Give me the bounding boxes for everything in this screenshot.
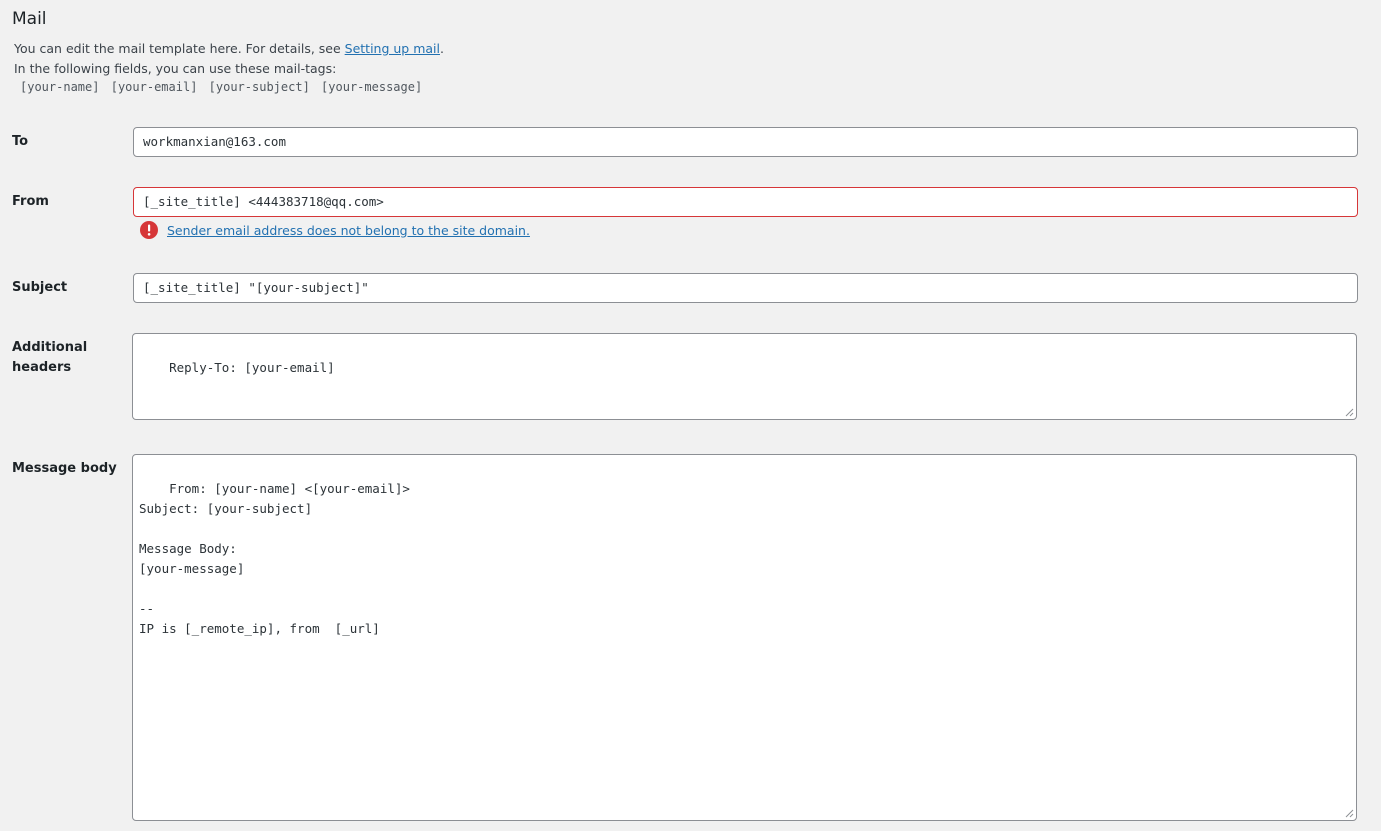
mail-tag: [your-name]	[20, 80, 100, 94]
label-line: Additional	[12, 340, 88, 355]
from-label: From	[12, 194, 49, 209]
resize-handle-icon[interactable]	[1344, 407, 1354, 417]
from-error: Sender email address does not belong to …	[140, 221, 530, 239]
from-error-link[interactable]: Sender email address does not belong to …	[167, 223, 530, 238]
mail-tag: [your-subject]	[208, 80, 310, 94]
message-body-textarea[interactable]: From: [your-name] <[your-email]> Subject…	[132, 454, 1357, 821]
mail-tags: [your-name] [your-email] [your-subject] …	[20, 80, 426, 94]
description-line-2: In the following fields, you can use the…	[14, 61, 337, 76]
textarea-content: From: [your-name] <[your-email]> Subject…	[139, 481, 410, 636]
error-icon	[140, 221, 158, 239]
additional-headers-textarea[interactable]: Reply-To: [your-email]	[132, 333, 1357, 420]
subject-label: Subject	[12, 280, 68, 295]
setting-up-mail-link[interactable]: Setting up mail	[345, 41, 440, 56]
description-line-1: You can edit the mail template here. For…	[14, 39, 444, 59]
from-input[interactable]: [_site_title] <444383718@qq.com>	[133, 187, 1358, 217]
mail-tag: [your-message]	[321, 80, 423, 94]
subject-input[interactable]: [_site_title] "[your-subject]"	[133, 273, 1358, 303]
message-body-label: Message body	[12, 461, 117, 476]
resize-handle-icon[interactable]	[1344, 808, 1354, 818]
description-suffix: .	[439, 41, 444, 56]
description-text: You can edit the mail template here. For…	[14, 41, 345, 56]
mail-tag: [your-email]	[110, 80, 198, 94]
label-line: headers	[12, 360, 72, 375]
additional-headers-label: Additional headers	[12, 338, 87, 378]
to-label: To	[12, 134, 29, 149]
to-input[interactable]: workmanxian@163.com	[133, 127, 1358, 157]
section-title: Mail	[12, 9, 47, 29]
textarea-content: Reply-To: [your-email]	[169, 360, 335, 375]
mail-panel: Mail You can edit the mail template here…	[0, 0, 1381, 831]
